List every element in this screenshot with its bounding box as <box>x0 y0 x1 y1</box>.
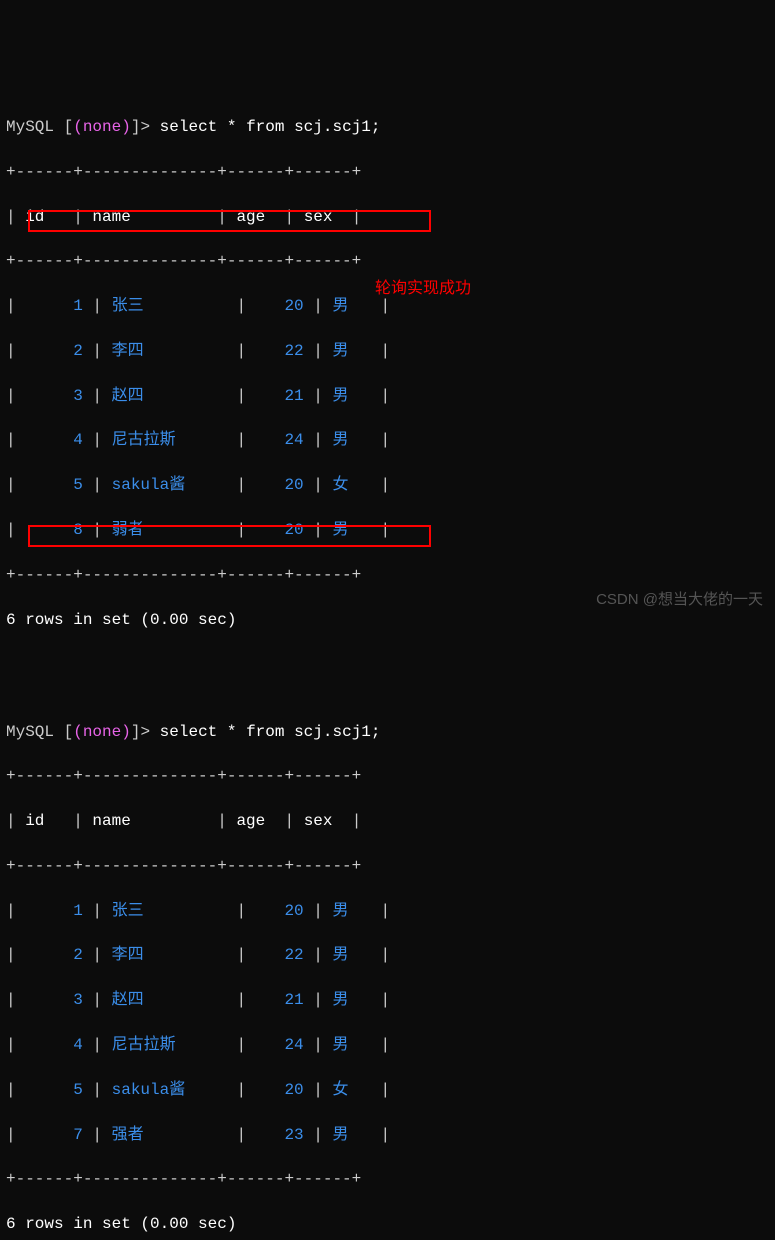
cell-name: 李四 <box>112 340 237 362</box>
table-row: | 2 | 李四| 22 | 男| <box>6 340 769 362</box>
cell-id: 4 <box>25 1034 83 1056</box>
cell-age: 22 <box>256 944 304 966</box>
cell-sex: 男 <box>332 340 380 362</box>
col-id-header: id <box>25 812 63 830</box>
col-age-header: age <box>236 208 274 226</box>
cell-age: 20 <box>256 1079 304 1101</box>
table-border: +------+--------------+------+------+ <box>6 855 769 877</box>
cell-id: 8 <box>25 519 83 541</box>
cell-sex: 女 <box>332 474 380 496</box>
cell-id: 7 <box>25 1124 83 1146</box>
table-header-1: | id | name | age | sex | <box>6 206 769 228</box>
cell-sex: 女 <box>332 1079 380 1101</box>
table-border: +------+--------------+------+------+ <box>6 765 769 787</box>
cell-sex: 男 <box>332 295 380 317</box>
col-name-header: name <box>92 812 207 830</box>
cell-sex: 男 <box>332 989 380 1011</box>
cell-id: 2 <box>25 944 83 966</box>
cell-name: 张三 <box>112 900 237 922</box>
prompt-mysql: MySQL <box>6 118 54 136</box>
cell-sex: 男 <box>332 385 380 407</box>
col-name-header: name <box>92 208 207 226</box>
cell-name: 尼古拉斯 <box>112 1034 237 1056</box>
table-row: | 8 | 弱者| 20 | 男| <box>6 519 769 541</box>
cell-age: 23 <box>256 1124 304 1146</box>
col-age-header: age <box>236 812 274 830</box>
table-row: | 5 | sakula酱| 20 | 女| <box>6 474 769 496</box>
table-row: | 1 | 张三| 20 | 男| <box>6 900 769 922</box>
table-border: +------+--------------+------+------+ <box>6 250 769 272</box>
table-row: | 3 | 赵四| 21 | 男| <box>6 385 769 407</box>
cell-name: 尼古拉斯 <box>112 429 237 451</box>
cell-name: 弱者 <box>112 519 237 541</box>
table-border: +------+--------------+------+------+ <box>6 564 769 586</box>
cell-id: 2 <box>25 340 83 362</box>
table-row: | 4 | 尼古拉斯| 24 | 男| <box>6 429 769 451</box>
sql-command-2: select * from scj.scj1; <box>160 723 381 741</box>
table-row: | 7 | 强者| 23 | 男| <box>6 1124 769 1146</box>
prompt-db: (none) <box>73 723 131 741</box>
table-row: | 2 | 李四| 22 | 男| <box>6 944 769 966</box>
table-row: | 1 | 张三| 20 | 男| <box>6 295 769 317</box>
cell-name: sakula酱 <box>112 474 237 496</box>
cell-name: sakula酱 <box>112 1079 237 1101</box>
cell-id: 5 <box>25 474 83 496</box>
cell-sex: 男 <box>332 1124 380 1146</box>
cell-age: 20 <box>256 474 304 496</box>
cell-name: 赵四 <box>112 989 237 1011</box>
cell-age: 21 <box>256 385 304 407</box>
prompt-gt: > <box>140 723 150 741</box>
cell-age: 20 <box>256 295 304 317</box>
cell-name: 张三 <box>112 295 237 317</box>
prompt-line-2: MySQL [(none)]> select * from scj.scj1; <box>6 721 769 743</box>
table-row: | 3 | 赵四| 21 | 男| <box>6 989 769 1011</box>
table-row: | 4 | 尼古拉斯| 24 | 男| <box>6 1034 769 1056</box>
cell-sex: 男 <box>332 900 380 922</box>
prompt-mysql: MySQL <box>6 723 54 741</box>
table-header-2: | id | name | age | sex | <box>6 810 769 832</box>
cell-name: 强者 <box>112 1124 237 1146</box>
cell-name: 李四 <box>112 944 237 966</box>
cell-id: 4 <box>25 429 83 451</box>
result-line-2: 6 rows in set (0.00 sec) <box>6 1213 769 1235</box>
col-sex-header: sex <box>304 208 342 226</box>
col-sex-header: sex <box>304 812 342 830</box>
cell-id: 1 <box>25 900 83 922</box>
cell-sex: 男 <box>332 429 380 451</box>
cell-sex: 男 <box>332 1034 380 1056</box>
sql-command-1: select * from scj.scj1; <box>160 118 381 136</box>
table-border: +------+--------------+------+------+ <box>6 161 769 183</box>
cell-age: 24 <box>256 429 304 451</box>
col-id-header: id <box>25 208 63 226</box>
cell-id: 3 <box>25 989 83 1011</box>
cell-age: 24 <box>256 1034 304 1056</box>
cell-age: 20 <box>256 519 304 541</box>
prompt-line-1: MySQL [(none)]> select * from scj.scj1; <box>6 116 769 138</box>
cell-age: 22 <box>256 340 304 362</box>
table-border: +------+--------------+------+------+ <box>6 1168 769 1190</box>
cell-id: 1 <box>25 295 83 317</box>
cell-sex: 男 <box>332 519 380 541</box>
watermark-text: CSDN @想当大佬的一天 <box>596 589 763 610</box>
table-row: | 5 | sakula酱| 20 | 女| <box>6 1079 769 1101</box>
prompt-gt: > <box>140 118 150 136</box>
cell-id: 5 <box>25 1079 83 1101</box>
cell-id: 3 <box>25 385 83 407</box>
cell-age: 20 <box>256 900 304 922</box>
cell-name: 赵四 <box>112 385 237 407</box>
cell-sex: 男 <box>332 944 380 966</box>
prompt-db: (none) <box>73 118 131 136</box>
cell-age: 21 <box>256 989 304 1011</box>
